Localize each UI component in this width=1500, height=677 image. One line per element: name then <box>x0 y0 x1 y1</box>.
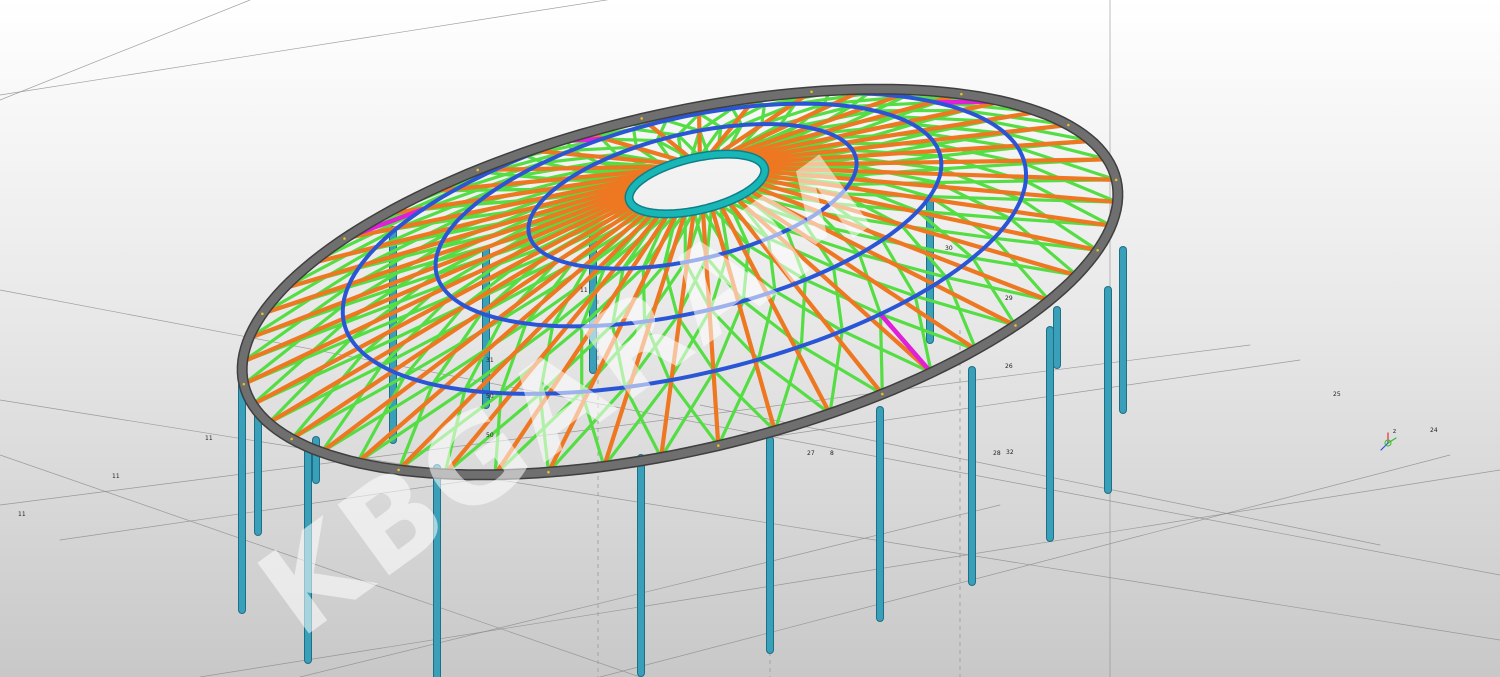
joint-marker <box>640 117 643 120</box>
grid-label: 8 <box>830 450 834 457</box>
joint-marker <box>717 444 720 447</box>
joint-marker <box>476 168 479 172</box>
grid-label: 26 <box>1005 363 1013 370</box>
diagonal-brace <box>935 179 1028 185</box>
grid-label: 11 <box>112 473 120 480</box>
grid-line <box>599 454 1451 677</box>
grid-label: 25 <box>1333 391 1341 398</box>
gizmo-z-label: z <box>1393 428 1396 435</box>
joint-marker <box>881 392 884 396</box>
joint-marker <box>1114 178 1118 182</box>
grid-label: 27 <box>807 450 815 457</box>
grid-line <box>0 0 609 96</box>
joint-marker <box>290 437 293 441</box>
joint-marker <box>810 90 813 94</box>
grid-label: 11 <box>580 287 588 294</box>
3d-model-viewport[interactable]: 11 11 11 11 24 25 26 27 28 29 30 31 32 50 50 8 z KBGARA… <box>0 0 1500 677</box>
gizmo-x-axis <box>1380 442 1389 451</box>
grid-label: 28 <box>993 450 1001 457</box>
grid-label: 11 <box>205 435 213 442</box>
grid-label: 30 <box>945 245 953 252</box>
grid-label: 24 <box>1430 427 1438 434</box>
joint-marker <box>242 382 246 386</box>
dome-roof-model: 1111111124252627 282930313250508 z KBGARA… <box>0 0 1500 677</box>
diagonal-brace <box>928 195 1023 202</box>
joint-marker <box>1096 248 1099 252</box>
diagonal-brace <box>840 329 933 375</box>
axis-gizmo-icon: z <box>1380 428 1397 451</box>
grid-label: 29 <box>1005 295 1013 302</box>
grid-label: 32 <box>1006 449 1014 456</box>
diagonal-brace <box>632 127 638 149</box>
joint-marker <box>1067 123 1070 127</box>
joint-marker <box>1014 324 1017 327</box>
joint-marker <box>960 92 963 96</box>
joint-marker <box>343 237 346 240</box>
diagonal-brace <box>319 364 383 454</box>
grid-line <box>0 0 251 101</box>
joint-marker <box>261 312 264 316</box>
grid-label: 11 <box>18 511 26 518</box>
